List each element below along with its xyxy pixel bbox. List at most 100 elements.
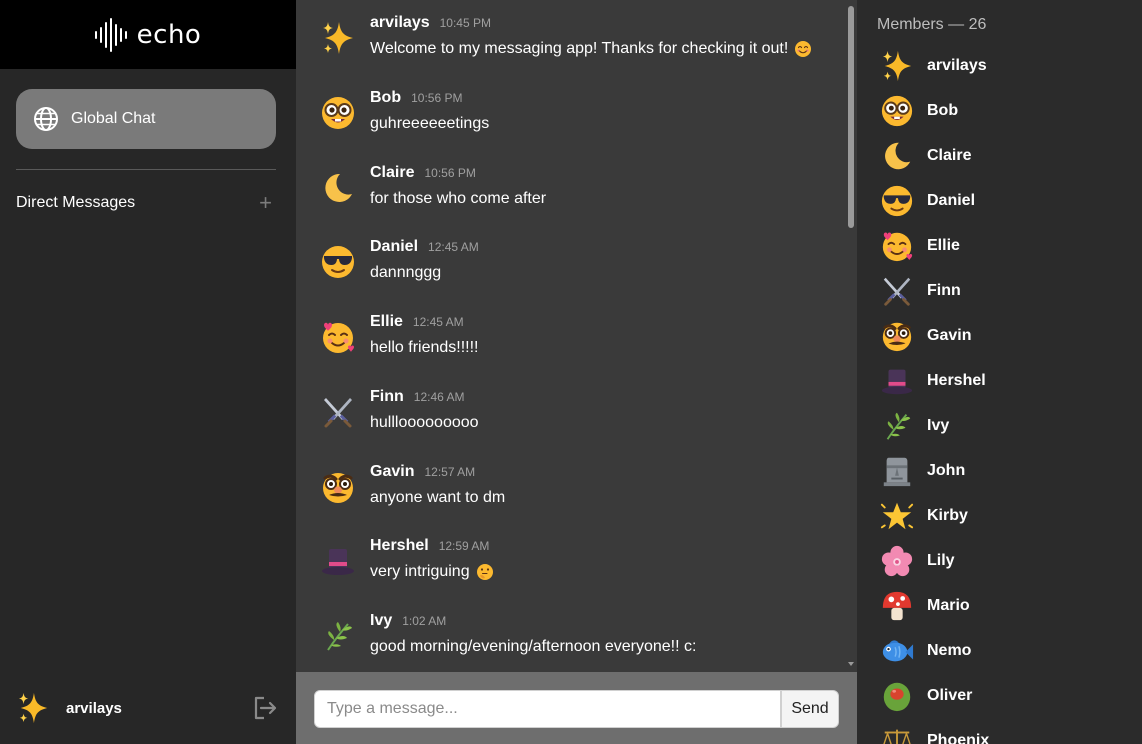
message: Ivy 1:02 AM good morning/evening/afterno… <box>320 612 696 656</box>
member-name: Nemo <box>927 642 972 659</box>
message-list[interactable]: arvilays 10:45 PM Welcome to my messagin… <box>296 0 857 672</box>
global-chat-button[interactable]: Global Chat <box>16 89 276 149</box>
member-item[interactable]: Ellie <box>880 229 960 263</box>
member-item[interactable]: Daniel <box>880 184 975 218</box>
member-item[interactable]: Finn <box>880 274 961 308</box>
sparkles-icon <box>320 20 356 56</box>
member-name: Hershel <box>927 372 986 389</box>
sparkles-icon <box>880 49 914 83</box>
crossed-swords-icon <box>880 274 914 308</box>
member-name: Ellie <box>927 237 960 254</box>
logout-icon[interactable] <box>250 694 278 722</box>
balance-scale-icon <box>880 724 914 744</box>
message-time: 1:02 AM <box>402 614 447 628</box>
member-name: Bob <box>927 102 959 119</box>
cherry-blossom-icon <box>880 544 914 578</box>
current-user-name: arvilays <box>66 699 122 717</box>
nerd-face-icon <box>320 95 356 131</box>
message-text: hello friends!!!!! <box>370 339 479 356</box>
member-item[interactable]: Gavin <box>880 319 971 353</box>
member-item[interactable]: Mario <box>880 589 970 623</box>
smiling-face-icon <box>794 40 812 58</box>
message-time: 12:45 AM <box>428 240 479 254</box>
message: Gavin 12:57 AM anyone want to dm <box>320 463 505 507</box>
crossed-swords-icon <box>320 394 356 430</box>
member-name: Lily <box>927 552 955 569</box>
members-title: Members — 26 <box>877 16 987 33</box>
crescent-moon-icon <box>320 170 356 206</box>
crescent-moon-icon <box>880 139 914 173</box>
global-chat-label: Global Chat <box>71 110 156 127</box>
globe-icon <box>34 107 58 131</box>
message-text: hulllooooooooo <box>370 414 479 431</box>
olive-icon <box>880 679 914 713</box>
disguise-face-icon <box>320 469 356 505</box>
message: Hershel 12:59 AM very intriguing <box>320 537 494 581</box>
member-item[interactable]: arvilays <box>880 49 987 83</box>
message-text: Welcome to my messaging app! Thanks for … <box>370 40 789 57</box>
message-author: Claire <box>370 164 415 181</box>
message: Ellie 12:45 AM hello friends!!!!! <box>320 313 479 357</box>
hearts-face-icon <box>880 229 914 263</box>
member-item[interactable]: Phoenix <box>880 724 989 744</box>
mushroom-icon <box>880 589 914 623</box>
message-text: dannnggg <box>370 264 442 281</box>
member-name: Mario <box>927 597 970 614</box>
message-text: good morning/evening/afternoon everyone!… <box>370 638 697 655</box>
member-item[interactable]: John <box>880 454 965 488</box>
message-text: very intriguing <box>370 563 470 580</box>
message-text: for those who come after <box>370 190 547 207</box>
member-item[interactable]: Claire <box>880 139 971 173</box>
member-item[interactable]: Hershel <box>880 364 986 398</box>
message-author: Ivy <box>370 612 393 629</box>
thinking-face-icon <box>476 563 494 581</box>
message-time: 10:45 PM <box>439 16 491 30</box>
message-author: Finn <box>370 388 404 405</box>
nerd-face-icon <box>880 94 914 128</box>
member-name: John <box>927 462 966 479</box>
message-author: Bob <box>370 89 402 106</box>
hearts-face-icon <box>320 319 356 355</box>
moai-icon <box>880 454 914 488</box>
message-time: 12:46 AM <box>413 390 465 404</box>
logo-bar: echo <box>0 0 296 69</box>
member-item[interactable]: Lily <box>880 544 955 578</box>
sidebar-divider <box>16 169 276 170</box>
herb-icon <box>320 618 356 654</box>
message-author: Gavin <box>370 463 415 480</box>
message-author: Hershel <box>370 537 429 554</box>
message: Finn 12:46 AM hulllooooooooo <box>320 388 479 432</box>
message: Bob 10:56 PM guhreeeeeetings <box>320 89 489 133</box>
message-time: 12:57 AM <box>424 465 476 479</box>
message: Daniel 12:45 AM dannnggg <box>320 238 479 282</box>
direct-messages-label: Direct Messages <box>16 194 136 211</box>
message-input[interactable] <box>314 690 781 728</box>
message-time: 10:56 PM <box>411 91 463 105</box>
scrollbar-thumb[interactable] <box>848 6 854 228</box>
member-item[interactable]: Oliver <box>880 679 972 713</box>
member-item[interactable]: Nemo <box>880 634 971 668</box>
scroll-down-arrow-icon[interactable] <box>848 662 854 666</box>
member-item[interactable]: Bob <box>880 94 958 128</box>
top-hat-icon <box>880 364 914 398</box>
chat-area: arvilays 10:45 PM Welcome to my messagin… <box>296 0 857 744</box>
top-hat-icon <box>320 543 356 579</box>
herb-icon <box>880 409 914 443</box>
add-dm-icon[interactable]: + <box>259 192 272 214</box>
message-author: arvilays <box>370 14 430 31</box>
current-user: arvilays <box>16 690 278 726</box>
send-button[interactable]: Send <box>781 690 839 728</box>
glowing-star-icon <box>880 499 914 533</box>
message-composer: Send <box>296 672 857 744</box>
member-item[interactable]: Kirby <box>880 499 968 533</box>
member-name: Daniel <box>927 192 976 209</box>
sunglasses-face-icon <box>880 184 914 218</box>
sunglasses-face-icon <box>320 244 356 280</box>
message-time: 12:59 AM <box>438 539 490 553</box>
message-author: Daniel <box>370 238 419 255</box>
disguise-face-icon <box>880 319 914 353</box>
message-author: Ellie <box>370 313 403 330</box>
sound-wave-icon <box>94 17 127 52</box>
member-name: Gavin <box>927 327 972 344</box>
member-item[interactable]: Ivy <box>880 409 949 443</box>
